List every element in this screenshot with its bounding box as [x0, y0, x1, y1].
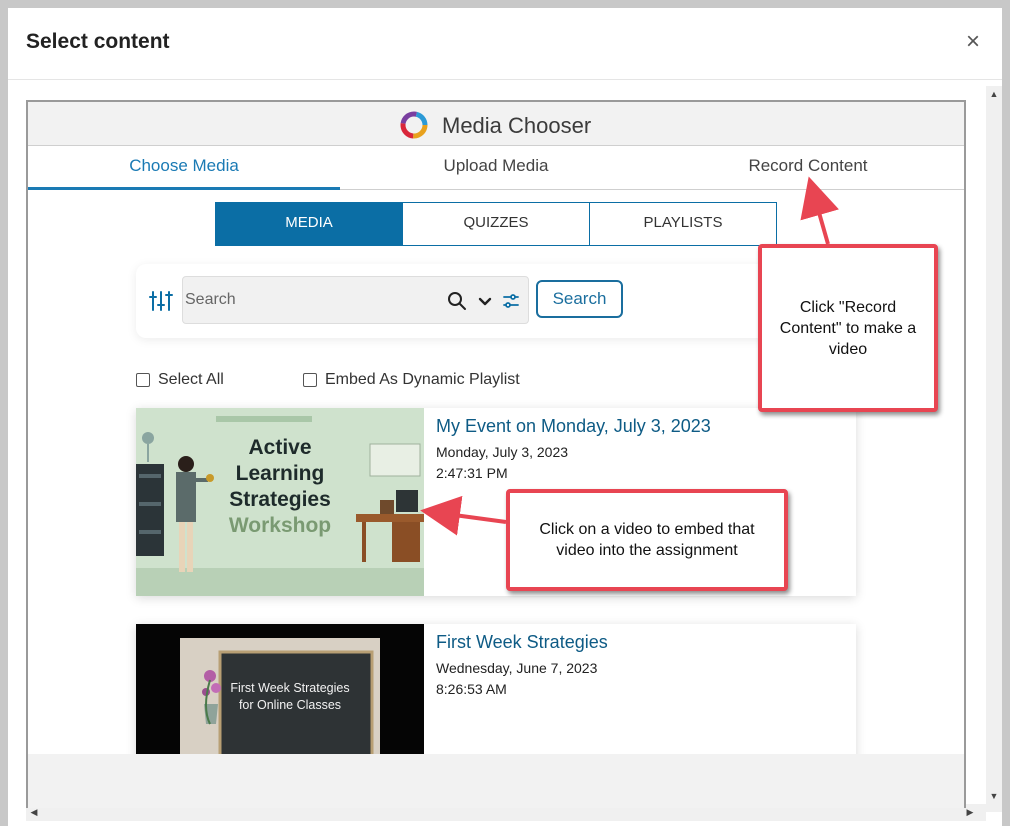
arrow-to-video	[420, 495, 507, 536]
arrow-to-record-tab	[800, 176, 839, 245]
callout-arrows	[420, 176, 839, 536]
